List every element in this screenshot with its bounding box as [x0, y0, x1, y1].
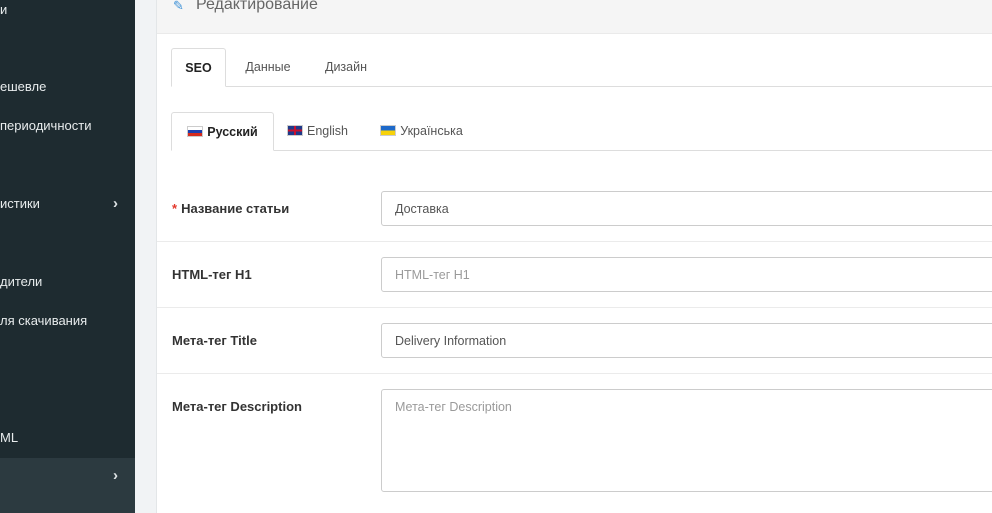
sidebar-item-label: и [0, 2, 8, 17]
sidebar-item-4[interactable]: истики › [0, 190, 135, 218]
sidebar-item-1[interactable]: и [0, 0, 135, 24]
tab-lang-russian[interactable]: Русский [171, 112, 274, 151]
sidebar-item-label: истики [0, 196, 40, 211]
article-name-input[interactable] [381, 191, 992, 226]
uk-flag-icon [287, 125, 303, 136]
tab-label: English [307, 124, 348, 138]
sidebar-item-3[interactable]: периодичности [0, 112, 135, 140]
chevron-right-icon: › [113, 467, 118, 484]
form-row-name: * Название статьи [157, 176, 992, 242]
field-label: Мета-тег Description [172, 399, 302, 414]
sidebar-item-label: ля скачивания [0, 313, 88, 328]
panel-heading: ✎ Редактирование [157, 0, 992, 34]
tab-design[interactable]: Дизайн [311, 48, 381, 86]
field-label: Мета-тег Title [172, 333, 257, 348]
field-label: * Название статьи [172, 201, 289, 216]
tab-data[interactable]: Данные [230, 48, 306, 86]
edit-panel: ✎ Редактирование SEO Данные Дизайн Русск… [156, 0, 992, 513]
form-row-meta-description: Мета-тег Description [157, 374, 992, 513]
form-row-meta-title: Мета-тег Title [157, 308, 992, 374]
meta-title-input[interactable] [381, 323, 992, 358]
sidebar-item-label: ML [0, 430, 19, 445]
sidebar-item-7[interactable]: ML [0, 424, 135, 452]
h1-input[interactable] [381, 257, 992, 292]
field-label-text: Название статьи [181, 201, 290, 216]
tab-label: Українська [400, 124, 463, 138]
field-label: HTML-тег H1 [172, 267, 252, 282]
chevron-right-icon: › [113, 195, 118, 212]
main-tabs: SEO Данные Дизайн [171, 48, 992, 87]
sidebar: и ешевле периодичности истики › дители л… [0, 0, 135, 513]
ukraine-flag-icon [380, 125, 397, 136]
sidebar-item-8[interactable]: › [0, 462, 135, 490]
sidebar-item-label: ешевле [0, 79, 47, 94]
tab-lang-ukrainian[interactable]: Українська [374, 112, 469, 150]
meta-description-textarea[interactable] [381, 389, 992, 492]
sidebar-item-label: периодичности [0, 118, 92, 133]
sidebar-item-label: дители [0, 274, 43, 289]
language-tabs: Русский English Українська [171, 112, 992, 151]
form-row-h1: HTML-тег H1 [157, 242, 992, 308]
russia-flag-icon [187, 126, 204, 137]
required-mark: * [172, 201, 178, 216]
pencil-icon: ✎ [173, 0, 184, 13]
sidebar-item-5[interactable]: дители [0, 268, 135, 296]
sidebar-item-2[interactable]: ешевле [0, 73, 135, 101]
tab-seo[interactable]: SEO [171, 48, 226, 87]
sidebar-item-6[interactable]: ля скачивания [0, 307, 135, 335]
page-title: Редактирование [196, 0, 318, 13]
tab-lang-english[interactable]: English [281, 112, 354, 150]
tab-label: Русский [207, 125, 258, 139]
